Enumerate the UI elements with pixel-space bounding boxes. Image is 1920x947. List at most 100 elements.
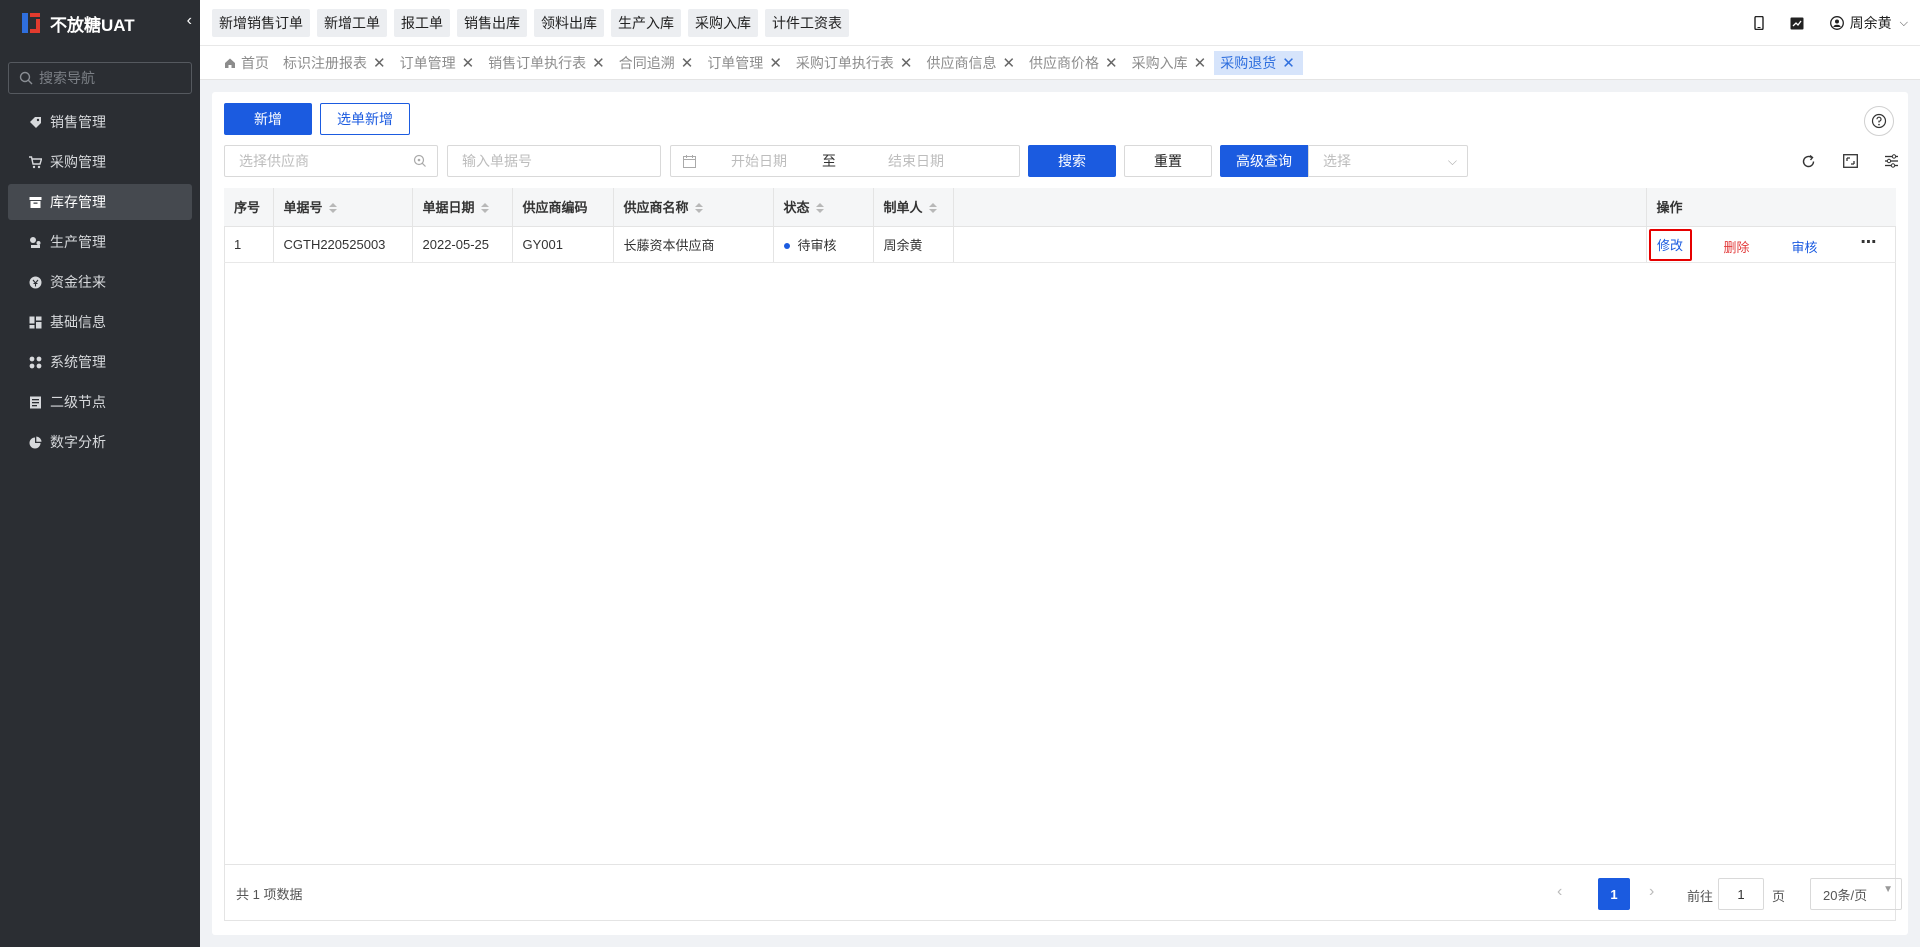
sort-icon[interactable] xyxy=(328,202,337,215)
close-icon[interactable]: ✕ xyxy=(462,54,475,72)
close-icon[interactable]: ✕ xyxy=(769,54,782,72)
start-date-input[interactable] xyxy=(696,153,822,169)
money-icon xyxy=(28,275,42,289)
close-icon[interactable]: ✕ xyxy=(900,54,913,72)
tab-label: 销售订单执行表 xyxy=(488,54,587,71)
doc-no-field[interactable] xyxy=(447,145,661,177)
date-range-picker[interactable]: 至 xyxy=(670,145,1020,177)
doc-no-input[interactable] xyxy=(462,153,660,169)
sidebar-item-sales[interactable]: 销售管理 xyxy=(8,104,192,140)
help-icon[interactable] xyxy=(1864,106,1894,136)
page-number-current[interactable]: 1 xyxy=(1598,878,1630,910)
select-add-button[interactable]: 选单新增 xyxy=(320,103,410,135)
end-date-input[interactable] xyxy=(836,153,996,169)
search-button[interactable]: 搜索 xyxy=(1028,145,1116,177)
sidebar-item-label: 资金往来 xyxy=(50,274,106,290)
sort-icon[interactable] xyxy=(815,202,824,215)
edit-button[interactable]: 修改 xyxy=(1648,228,1692,261)
sidebar-item-system[interactable]: 系统管理 xyxy=(8,344,192,380)
mobile-icon[interactable] xyxy=(1753,16,1764,30)
tab-home[interactable]: 首页 xyxy=(218,51,277,75)
goto-page-input[interactable] xyxy=(1718,878,1764,910)
quick-piece-wage-button[interactable]: 计件工资表 xyxy=(765,8,849,37)
sidebar-item-label: 生产管理 xyxy=(50,234,106,250)
user-menu[interactable]: 周余黄 ⌵ xyxy=(1829,13,1908,33)
quick-purchase-inbound-button[interactable]: 采购入库 xyxy=(688,8,758,37)
tab-purchase-inbound[interactable]: 采购入库 ✕ xyxy=(1126,51,1215,75)
sidebar-item-secondary-node[interactable]: 二级节点 xyxy=(8,384,192,420)
nav-search-box[interactable] xyxy=(8,62,192,94)
page-size-select[interactable]: 20条/页 ▼ xyxy=(1810,878,1902,910)
close-icon[interactable]: ✕ xyxy=(1105,54,1118,72)
sidebar-item-funds[interactable]: 资金往来 xyxy=(8,264,192,300)
tab-purchase-return[interactable]: 采购退货 ✕ xyxy=(1214,50,1303,75)
tab-identifier-report[interactable]: 标识注册报表 ✕ xyxy=(277,51,394,75)
close-icon[interactable]: ✕ xyxy=(1282,54,1295,72)
sidebar-item-label: 库存管理 xyxy=(50,194,106,210)
column-settings-icon[interactable] xyxy=(1881,151,1901,171)
column-header-status[interactable]: 状态 xyxy=(773,188,874,227)
cell-supplier-name: 长藤资本供应商 xyxy=(613,226,774,263)
sort-icon[interactable] xyxy=(480,202,489,215)
fullscreen-icon[interactable] xyxy=(1840,151,1860,171)
audit-button[interactable]: 审核 xyxy=(1792,237,1818,256)
advanced-query-select[interactable]: 选择 ⌵ xyxy=(1308,145,1468,177)
tab-sales-order-execution[interactable]: 销售订单执行表 ✕ xyxy=(482,51,613,75)
refresh-icon[interactable] xyxy=(1798,151,1818,171)
quick-production-inbound-button[interactable]: 生产入库 xyxy=(611,8,681,37)
more-icon[interactable]: ⋯ xyxy=(1861,232,1877,252)
next-page-icon[interactable]: › xyxy=(1649,883,1654,901)
sort-icon[interactable] xyxy=(928,202,937,215)
tab-contract-trace[interactable]: 合同追溯 ✕ xyxy=(613,51,702,75)
sidebar-item-digital-analysis[interactable]: 数字分析 xyxy=(8,424,192,460)
page-size-value: 20条/页 xyxy=(1823,887,1868,903)
sort-icon[interactable] xyxy=(694,202,703,215)
close-icon[interactable]: ✕ xyxy=(681,54,694,72)
main-panel: 新增 选单新增 至 搜索 重置 高级查询 选择 ⌵ 序号 单据号 单据日期 xyxy=(212,92,1908,935)
supplier-input[interactable] xyxy=(239,153,413,169)
quick-work-report-button[interactable]: 报工单 xyxy=(394,8,450,37)
nav-search-input[interactable] xyxy=(39,70,189,86)
tabs-bar: 首页 标识注册报表 ✕ 订单管理 ✕ 销售订单执行表 ✕ 合同追溯 ✕ 订单管理 ✕ 采购… xyxy=(200,46,1920,80)
tab-label: 供应商信息 xyxy=(926,54,997,71)
sidebar-item-purchase[interactable]: 采购管理 xyxy=(8,144,192,180)
column-header-creator[interactable]: 制单人 xyxy=(873,188,954,227)
close-icon[interactable]: ✕ xyxy=(592,54,605,72)
tab-order-management-2[interactable]: 订单管理 ✕ xyxy=(701,51,790,75)
page-suffix: 页 xyxy=(1772,889,1786,904)
tab-supplier-info[interactable]: 供应商信息 ✕ xyxy=(920,51,1023,75)
close-icon[interactable]: ✕ xyxy=(1002,54,1015,72)
supplier-select[interactable] xyxy=(224,145,438,177)
chevron-left-icon[interactable]: ‹ xyxy=(187,12,192,30)
cell-supplier-code: GY001 xyxy=(512,226,614,263)
column-header-date[interactable]: 单据日期 xyxy=(412,188,513,227)
dashboard-icon[interactable] xyxy=(1790,17,1804,30)
quick-material-outbound-button[interactable]: 领料出库 xyxy=(534,8,604,37)
reset-button[interactable]: 重置 xyxy=(1124,145,1212,177)
add-button[interactable]: 新增 xyxy=(224,103,312,135)
user-icon xyxy=(1829,16,1844,30)
sidebar: 不放糖UAT ‹ 销售管理 采购管理 库存管理 生产管理 资金往来 基础信息 系… xyxy=(0,0,200,947)
advanced-select-placeholder: 选择 xyxy=(1323,153,1351,169)
column-header-supplier-name[interactable]: 供应商名称 xyxy=(613,188,774,227)
sidebar-item-label: 数字分析 xyxy=(50,434,106,450)
quick-sales-outbound-button[interactable]: 销售出库 xyxy=(457,8,527,37)
tab-label: 采购入库 xyxy=(1131,54,1188,71)
sidebar-item-production[interactable]: 生产管理 xyxy=(8,224,192,260)
quick-new-sales-order-button[interactable]: 新增销售订单 xyxy=(212,8,310,37)
tab-purchase-order-execution[interactable]: 采购订单执行表 ✕ xyxy=(790,51,921,75)
search-icon[interactable] xyxy=(413,154,427,168)
tab-supplier-price[interactable]: 供应商价格 ✕ xyxy=(1023,51,1126,75)
production-icon xyxy=(28,235,42,249)
column-header-doc-no[interactable]: 单据号 xyxy=(273,188,413,227)
pagination-bar: 共 1 项数据 ‹ 1 › 前往 页 20条/页 ▼ xyxy=(224,864,1902,921)
sidebar-item-basic-info[interactable]: 基础信息 xyxy=(8,304,192,340)
sidebar-item-inventory[interactable]: 库存管理 xyxy=(8,184,192,220)
delete-button[interactable]: 删除 xyxy=(1724,237,1750,256)
prev-page-icon[interactable]: ‹ xyxy=(1557,883,1562,901)
tab-order-management[interactable]: 订单管理 ✕ xyxy=(394,51,483,75)
close-icon[interactable]: ✕ xyxy=(373,54,386,72)
advanced-query-button[interactable]: 高级查询 xyxy=(1220,145,1308,177)
close-icon[interactable]: ✕ xyxy=(1194,54,1207,72)
quick-new-work-order-button[interactable]: 新增工单 xyxy=(317,8,387,37)
